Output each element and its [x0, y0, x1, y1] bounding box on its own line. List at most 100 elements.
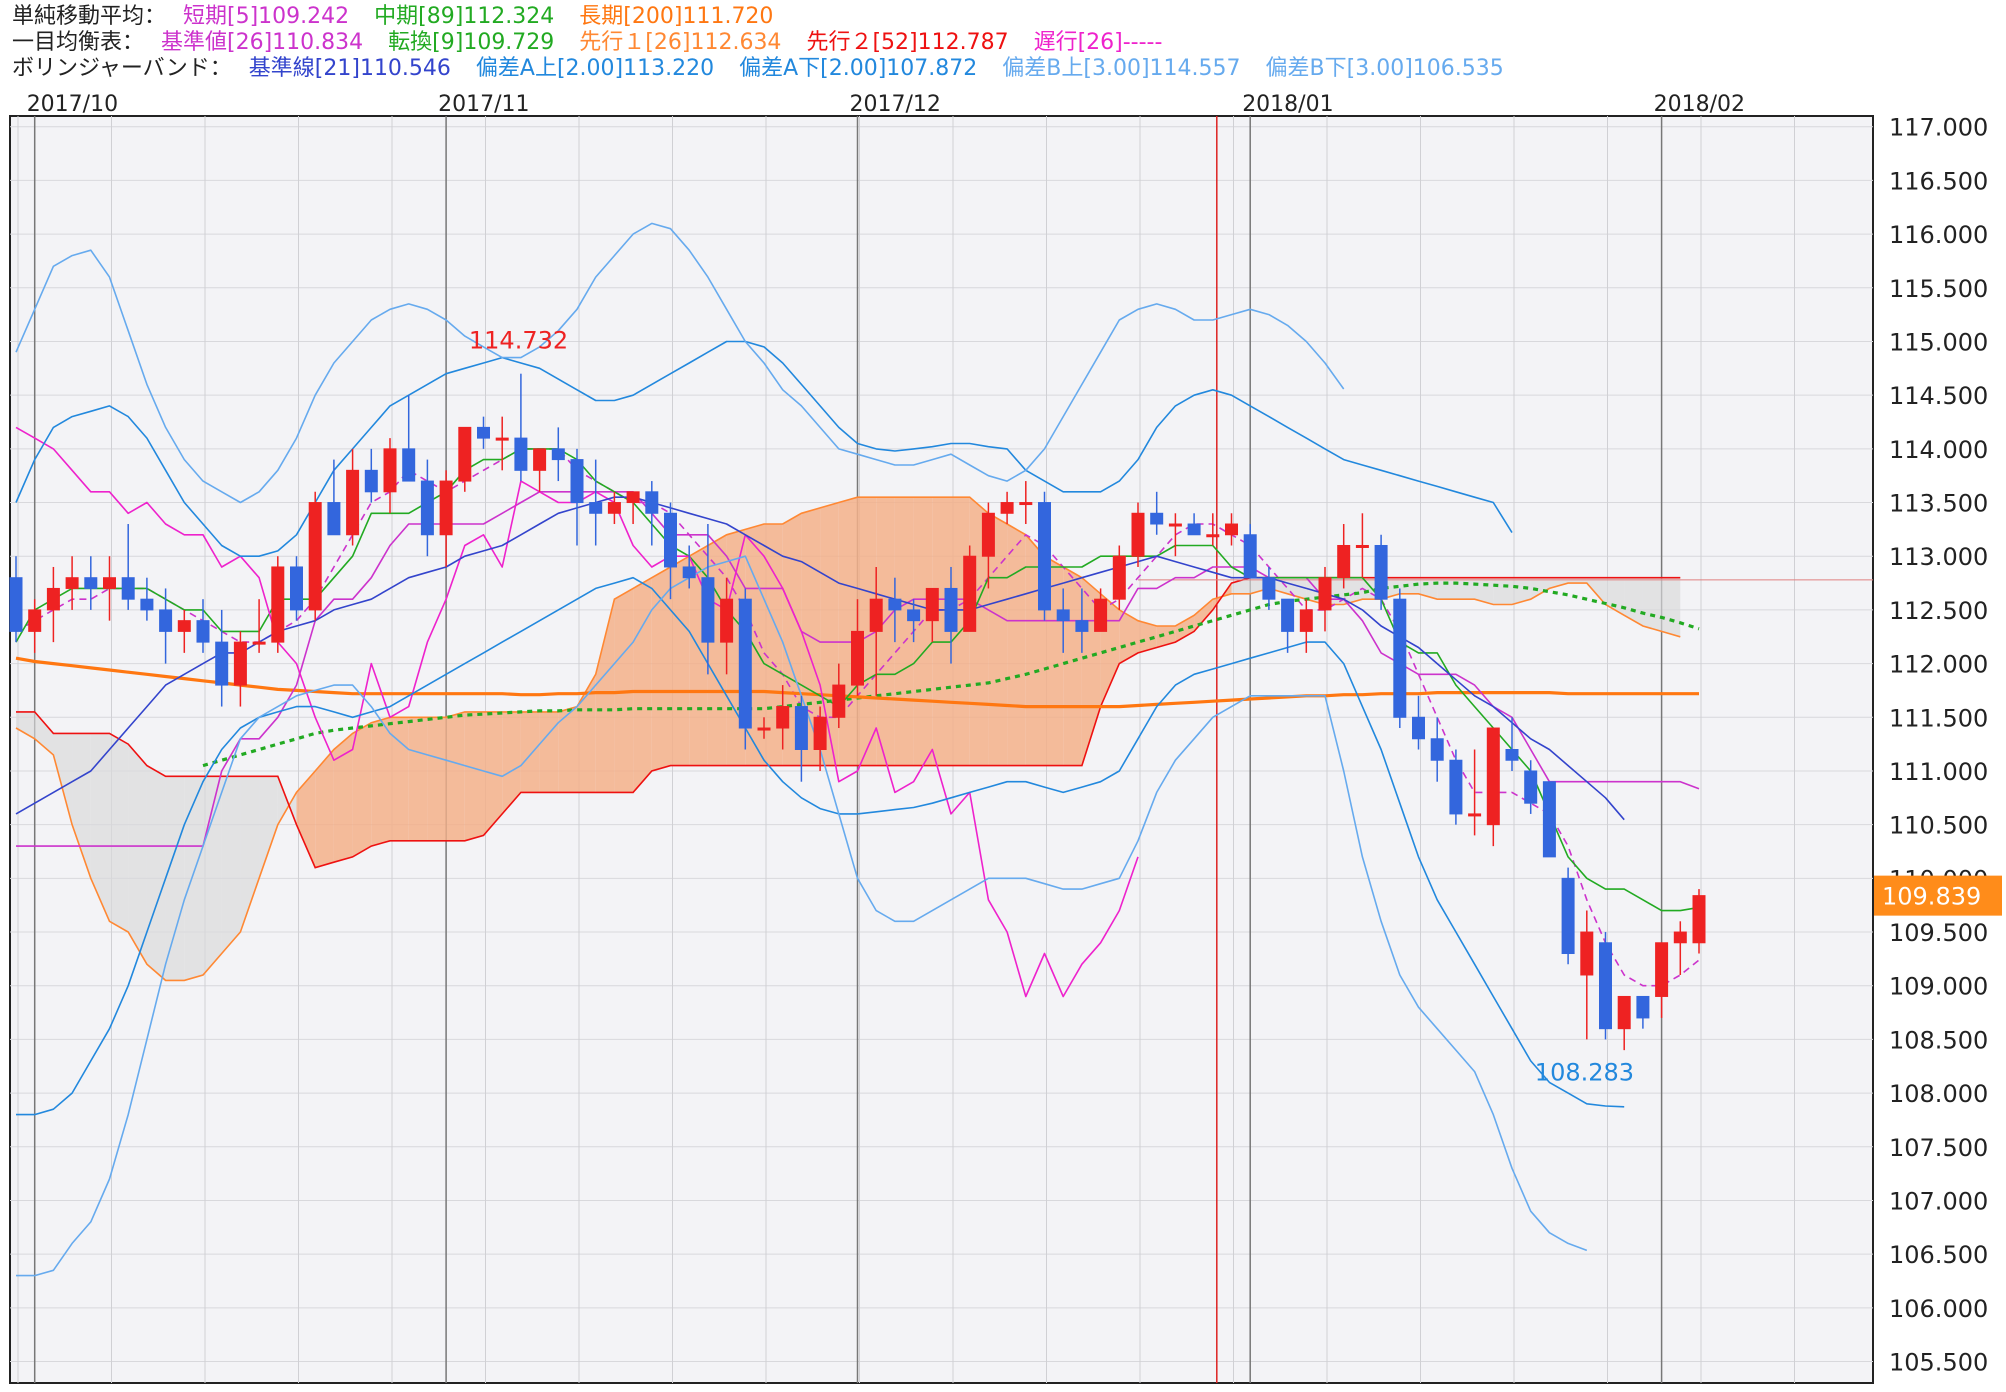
y-tick-label: 111.000: [1889, 758, 1988, 786]
month-label: 2017/11: [438, 92, 529, 117]
candle-body: [1449, 759, 1463, 815]
candle-body: [738, 598, 752, 729]
candle-body: [1599, 942, 1612, 1030]
cloud-segment: [1063, 566, 1082, 766]
candle-body: [963, 555, 977, 632]
candle: [1449, 749, 1463, 825]
candle-body: [907, 609, 921, 622]
candle-body: [1318, 577, 1332, 611]
candle-body: [757, 727, 771, 731]
candle-body: [271, 566, 285, 643]
y-tick-label: 108.500: [1889, 1026, 1988, 1054]
y-tick-label: 110.500: [1889, 812, 1988, 840]
candle-body: [888, 598, 902, 611]
candle-body: [981, 512, 995, 557]
candle-body: [121, 577, 135, 600]
candle-body: [1580, 931, 1594, 976]
candle: [1038, 491, 1051, 621]
candle-body: [701, 577, 715, 643]
candle-body: [1524, 770, 1538, 804]
candle-body: [1168, 523, 1182, 527]
candle-body: [1262, 577, 1276, 600]
candle-body: [1056, 609, 1070, 622]
candle-body: [477, 426, 490, 439]
candle-body: [1468, 813, 1482, 817]
candle-body: [570, 459, 584, 504]
cloud-segment: [651, 566, 671, 771]
cloud-segment: [539, 711, 559, 793]
y-tick-label: 108.000: [1889, 1080, 1988, 1108]
candle-body: [1281, 598, 1295, 632]
cloud-segment: [427, 717, 447, 841]
candle-body: [626, 491, 640, 504]
candle-body: [794, 706, 808, 750]
price-annotation: 114.732: [469, 326, 568, 354]
candle-body: [1150, 512, 1164, 525]
cloud-segment: [408, 717, 428, 841]
y-tick-label: 106.000: [1889, 1295, 1988, 1323]
candle: [1393, 588, 1407, 729]
y-tick-label: 113.500: [1889, 490, 1988, 518]
cloud-segment: [520, 711, 540, 793]
candle-body: [346, 469, 360, 536]
candle-body: [1337, 544, 1351, 579]
cloud-segment: [146, 765, 166, 981]
candle-body: [1486, 727, 1500, 826]
candle-body: [327, 502, 341, 536]
candle-body: [1187, 523, 1201, 536]
candle-body: [495, 437, 509, 441]
y-tick-label: 112.500: [1889, 597, 1988, 625]
candle-body: [402, 448, 416, 482]
month-label: 2018/02: [1654, 92, 1745, 117]
cloud-segment: [184, 776, 203, 981]
y-tick-label: 117.000: [1889, 114, 1988, 142]
y-tick-label: 107.000: [1889, 1187, 1988, 1215]
cloud-segment: [333, 733, 353, 863]
candle-body: [1617, 995, 1631, 1030]
cloud-segment: [1007, 524, 1026, 766]
cloud-segment: [1661, 577, 1681, 637]
candle-body: [84, 577, 98, 589]
candle-body: [1000, 502, 1014, 514]
candle-body: [720, 598, 734, 643]
candle-body: [832, 684, 846, 718]
y-tick-label: 109.000: [1889, 973, 1988, 1001]
candle-body: [645, 491, 659, 514]
candle-body: [177, 620, 191, 632]
candle-body: [290, 566, 303, 611]
cloud-segment: [352, 722, 372, 857]
candle-body: [1655, 942, 1669, 997]
month-label: 2017/10: [27, 92, 118, 117]
cloud-segment: [371, 717, 390, 847]
candle-body: [46, 587, 60, 611]
cloud-segment: [894, 497, 914, 766]
candle-body: [65, 577, 79, 589]
y-tick-label: 114.500: [1889, 382, 1988, 410]
cloud-segment: [633, 577, 652, 793]
candle-body: [308, 502, 322, 611]
candle-body: [533, 448, 547, 471]
candle-body: [1075, 620, 1089, 632]
candle-body: [1206, 534, 1220, 538]
y-tick-label: 116.000: [1889, 221, 1988, 249]
candle-body: [1636, 995, 1650, 1019]
candle-body: [944, 587, 958, 632]
candle-body: [1673, 931, 1687, 944]
cloud-segment: [1455, 577, 1475, 600]
candle-body: [1243, 534, 1257, 579]
candle-body: [1692, 895, 1706, 944]
y-tick-label: 106.500: [1889, 1241, 1988, 1269]
candle-body: [551, 448, 565, 461]
cloud-segment: [165, 776, 185, 981]
candle-body: [1355, 544, 1369, 548]
candle-body: [607, 502, 621, 514]
candle-body: [1019, 502, 1033, 506]
candle-body: [1542, 781, 1556, 858]
candle-body: [776, 706, 790, 729]
current-price-label: 109.839: [1882, 883, 1981, 911]
candle-body: [1393, 598, 1407, 718]
candle-body: [813, 716, 827, 751]
price-annotation: 108.283: [1535, 1059, 1634, 1087]
candle-body: [589, 502, 603, 514]
candle-body: [458, 426, 472, 482]
